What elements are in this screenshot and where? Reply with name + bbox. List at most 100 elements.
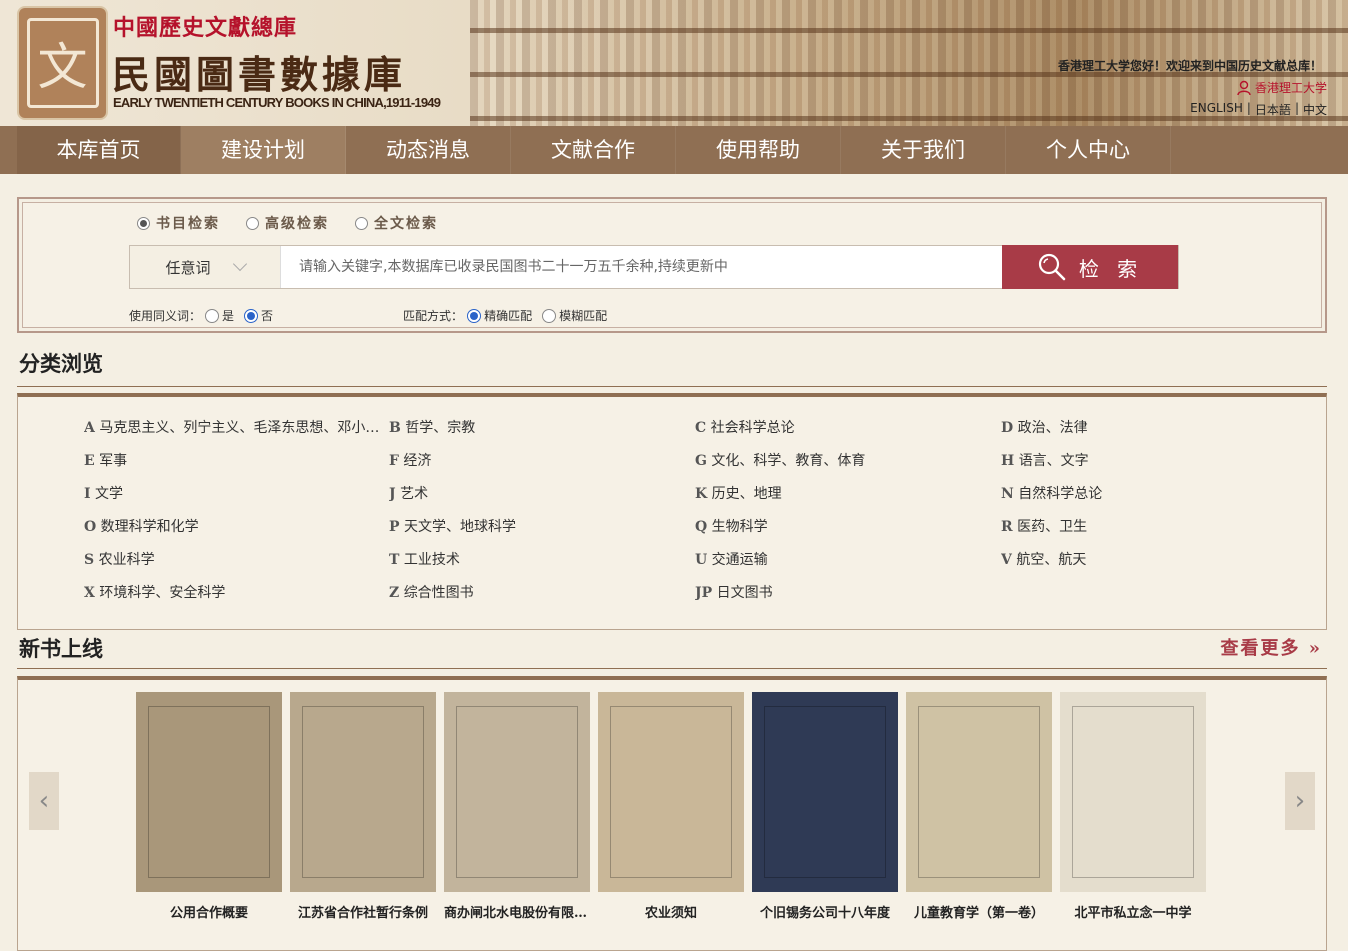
search-field-select[interactable]: 任意词 [130,246,281,288]
category-link-j[interactable]: J 艺术 [389,484,695,505]
language-switcher: ENGLISH | 日本語 | 中文 [1190,101,1327,118]
logo-emblem-icon: 文 [26,18,99,108]
carousel-next-button[interactable]: › [1285,772,1315,830]
search-panel: 书目检索 高级检索 全文检索 任意词 检 索 使用同义词： 是 否 匹配方式： … [17,197,1327,333]
category-link-u[interactable]: U 交通运输 [695,550,1001,571]
book-card[interactable]: 北平市私立念一中学 [1060,692,1206,921]
category-link-q[interactable]: Q 生物科学 [695,517,1001,538]
new-books-section-title: 新书上线 [19,636,103,661]
match-exact-option[interactable]: 精确匹配 [467,307,532,324]
book-cover-image[interactable] [1060,692,1206,892]
lang-japanese-link[interactable]: 日本語 [1255,101,1291,118]
book-title[interactable]: 北平市私立念一中学 [1060,902,1206,921]
welcome-message: 香港理工大学您好！欢迎来到中国历史文献总库！ [1057,59,1322,73]
site-logo[interactable]: 文 [17,6,108,120]
search-input[interactable] [281,246,1002,288]
radio-icon [246,216,259,230]
book-card[interactable]: 商办闸北水电股份有限公司 [444,692,590,921]
category-link-s[interactable]: S 农业科学 [84,550,389,571]
book-title[interactable]: 公用合作概要 [136,902,282,921]
category-link-k[interactable]: K 历史、地理 [695,484,1001,505]
search-options: 使用同义词： 是 否 匹配方式： 精确匹配 模糊匹配 [129,307,607,324]
category-link-h[interactable]: H 语言、文字 [1001,451,1307,472]
main-nav: 本库首页 建设计划 动态消息 文献合作 使用帮助 关于我们 个人中心 [0,126,1348,174]
book-title[interactable]: 农业须知 [598,902,744,921]
book-cover-image[interactable] [598,692,744,892]
category-link-t[interactable]: T 工业技术 [389,550,695,571]
category-section-title: 分类浏览 [19,351,103,376]
cover-frame [302,706,424,878]
nav-item-cooperation[interactable]: 文献合作 [511,126,676,174]
search-button-label: 检 索 [1078,256,1144,281]
category-link-jp[interactable]: JP 日文图书 [695,583,1001,604]
category-link-e[interactable]: E 军事 [84,451,389,472]
double-chevron-right-icon: » [1308,638,1322,659]
category-link-i[interactable]: I 文学 [84,484,389,505]
category-link-x[interactable]: X 环境科学、安全科学 [84,583,389,604]
section-divider [17,668,1327,669]
category-link-p[interactable]: P 天文学、地球科学 [389,517,695,538]
nav-item-news[interactable]: 动态消息 [346,126,511,174]
search-mode-catalog[interactable]: 书目检索 [137,213,220,233]
category-link-c[interactable]: C 社会科学总论 [695,418,1001,439]
book-title[interactable]: 江苏省合作社暂行条例 [290,902,436,921]
book-cover-image[interactable] [136,692,282,892]
book-cover-image[interactable] [444,692,590,892]
user-account-link[interactable]: 香港理工大学 [1237,79,1327,96]
book-card[interactable]: 个旧锡务公司十八年度 [752,692,898,921]
category-link-a[interactable]: A 马克思主义、列宁主义、毛泽东思想、邓小平理论 [84,418,389,439]
cover-frame [148,706,270,878]
book-card[interactable]: 儿童教育学（第一卷） [906,692,1052,921]
search-button[interactable]: 检 索 [1002,245,1178,289]
lang-english-link[interactable]: ENGLISH [1190,101,1243,118]
brand-database-title: 民國圖書數據庫 [112,52,407,97]
nav-item-plan[interactable]: 建设计划 [181,126,346,174]
shelf-divider [470,28,1348,33]
cover-frame [610,706,732,878]
nav-item-home[interactable]: 本库首页 [17,126,181,174]
carousel-prev-button[interactable]: ‹ [29,772,59,830]
user-name: 香港理工大学 [1254,81,1327,95]
book-cover-image[interactable] [752,692,898,892]
search-mode-fulltext[interactable]: 全文检索 [355,213,438,233]
cover-frame [764,706,886,878]
book-cover-image[interactable] [906,692,1052,892]
book-title[interactable]: 儿童教育学（第一卷） [906,902,1052,921]
category-link-f[interactable]: F 经济 [389,451,695,472]
lang-chinese-link[interactable]: 中文 [1303,101,1327,118]
radio-icon [205,308,220,323]
user-icon [1237,80,1251,95]
section-divider [17,386,1327,387]
book-title[interactable]: 个旧锡务公司十八年度 [752,902,898,921]
book-card[interactable]: 农业须知 [598,692,744,921]
category-link-r[interactable]: R 医药、卫生 [1001,517,1307,538]
search-bar: 任意词 检 索 [129,245,1179,289]
nav-item-about[interactable]: 关于我们 [841,126,1006,174]
radio-icon [542,308,557,323]
nav-item-help[interactable]: 使用帮助 [676,126,841,174]
cover-frame [918,706,1040,878]
brand-english-title: EARLY TWENTIETH CENTURY BOOKS IN CHINA,1… [113,95,441,110]
category-link-b[interactable]: B 哲学、宗教 [389,418,695,439]
category-link-n[interactable]: N 自然科学总论 [1001,484,1307,505]
cover-frame [1072,706,1194,878]
search-mode-advanced[interactable]: 高级检索 [246,213,329,233]
category-link-v[interactable]: V 航空、航天 [1001,550,1307,571]
synonym-yes-option[interactable]: 是 [205,307,234,324]
synonym-no-option[interactable]: 否 [244,307,273,324]
nav-item-personal[interactable]: 个人中心 [1006,126,1171,174]
radio-icon [467,308,482,323]
match-fuzzy-option[interactable]: 模糊匹配 [542,307,607,324]
search-icon [1038,253,1066,281]
category-link-z[interactable]: Z 综合性图书 [389,583,695,604]
book-card[interactable]: 公用合作概要 [136,692,282,921]
book-cover-image[interactable] [290,692,436,892]
book-card[interactable]: 江苏省合作社暂行条例 [290,692,436,921]
category-link-o[interactable]: O 数理科学和化学 [84,517,389,538]
view-more-link[interactable]: 查看更多 » [1220,634,1322,660]
category-link-d[interactable]: D 政治、法律 [1001,418,1307,439]
category-panel: A 马克思主义、列宁主义、毛泽东思想、邓小平理论 B 哲学、宗教 C 社会科学总论 D… [17,393,1327,630]
chevron-down-icon [232,256,247,272]
book-title[interactable]: 商办闸北水电股份有限公司 [444,902,590,921]
category-link-g[interactable]: G 文化、科学、教育、体育 [695,451,1001,472]
